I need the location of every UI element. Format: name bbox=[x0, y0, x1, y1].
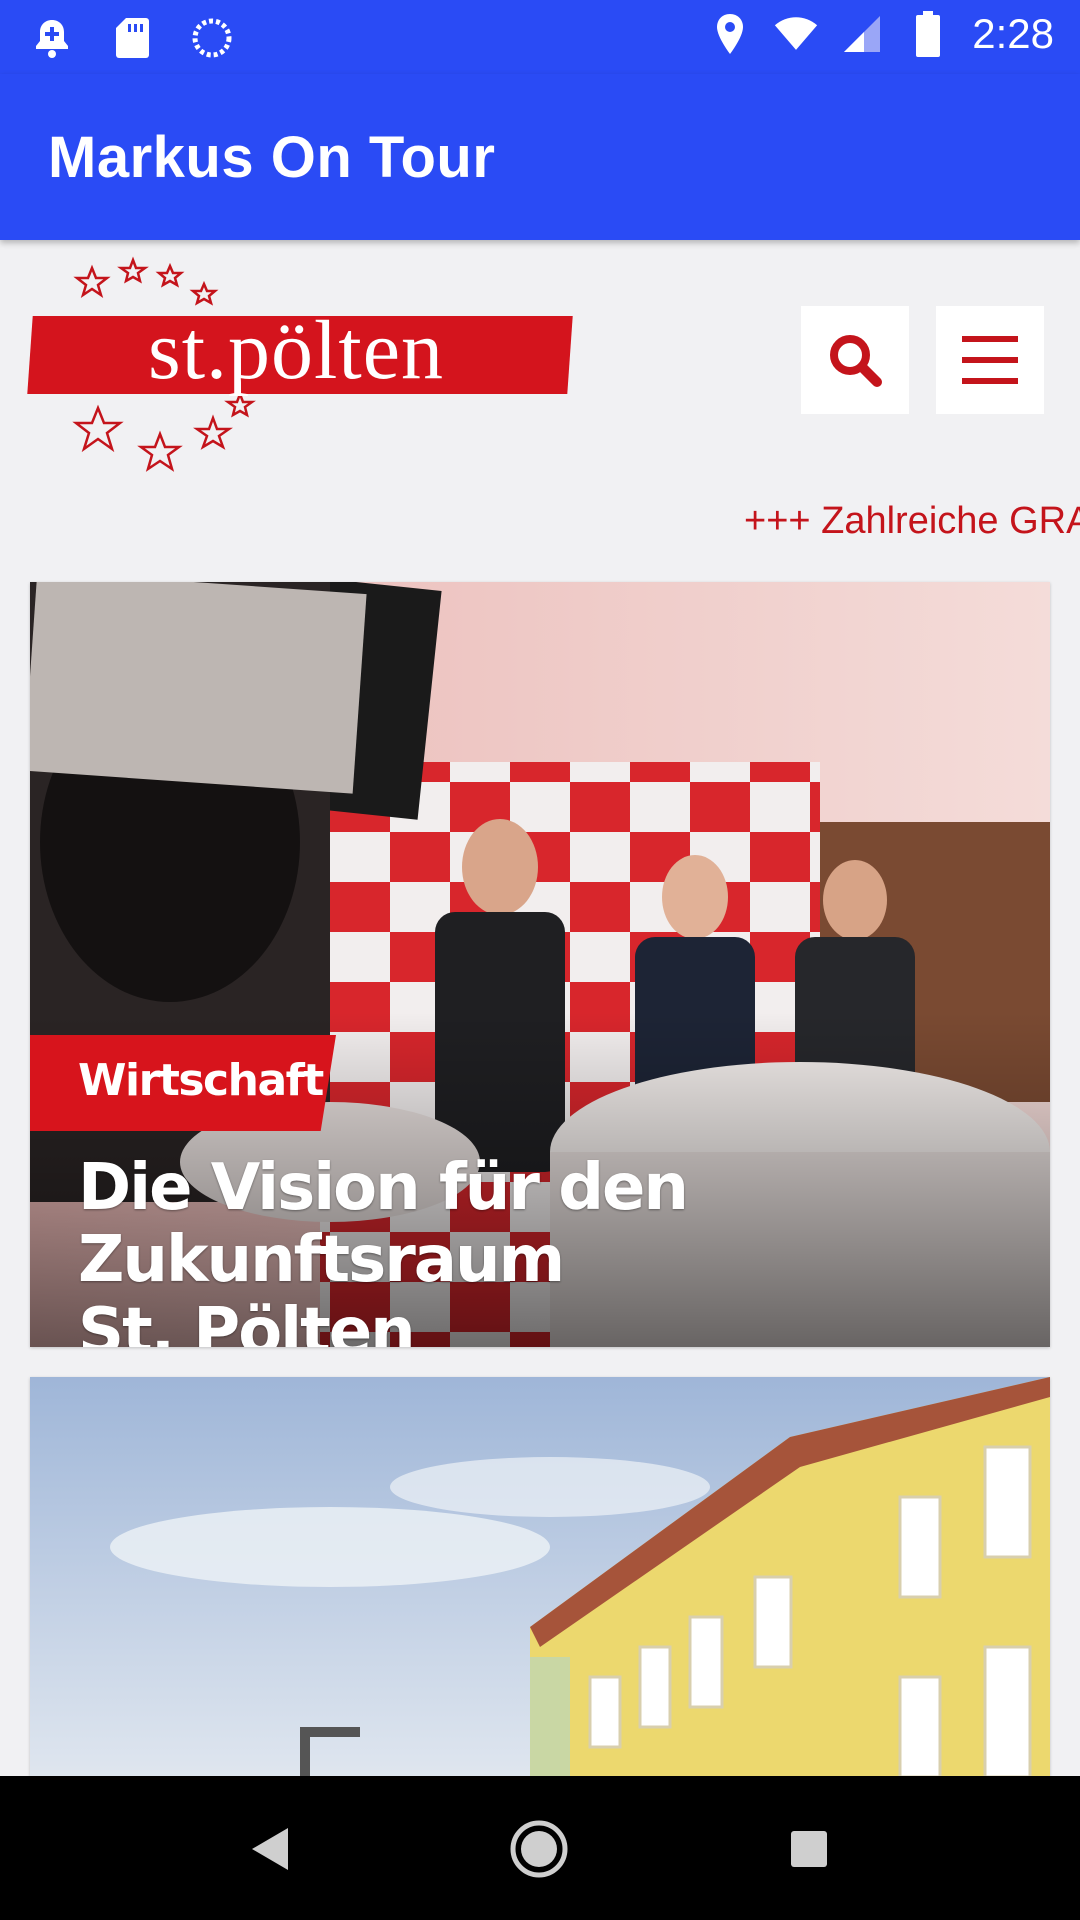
article-headline[interactable]: Die Vision für den Zukunftsraum St. Pölt… bbox=[78, 1152, 1028, 1347]
sync-progress-icon bbox=[190, 14, 234, 62]
recent-apps-icon bbox=[791, 1831, 827, 1867]
status-time: 2:28 bbox=[972, 10, 1054, 57]
logo-text: st.pölten bbox=[148, 304, 444, 397]
category-label: Wirtschaft bbox=[78, 1055, 324, 1106]
home-icon bbox=[510, 1820, 568, 1878]
article-card[interactable]: Wirtschaft Die Vision für den Zukunftsra… bbox=[30, 582, 1050, 1347]
battery-icon bbox=[906, 10, 950, 58]
article-photo bbox=[30, 1377, 1050, 1777]
site-logo[interactable]: st.pölten bbox=[27, 256, 576, 492]
home-button[interactable] bbox=[504, 1814, 574, 1884]
app-title: Markus On Tour bbox=[48, 125, 496, 190]
cellular-signal-icon bbox=[840, 10, 884, 58]
category-tag[interactable]: Wirtschaft bbox=[30, 1035, 336, 1131]
back-icon bbox=[252, 1828, 288, 1870]
system-nav-bar bbox=[0, 1776, 1080, 1920]
search-button[interactable] bbox=[801, 306, 909, 414]
wifi-icon bbox=[774, 10, 818, 58]
headline-line-1: Die Vision für den Zukunftsraum bbox=[78, 1151, 689, 1297]
app-bar: Markus On Tour bbox=[0, 74, 1080, 240]
article-card[interactable] bbox=[30, 1377, 1050, 1777]
news-ticker[interactable]: +++ Zahlreiche GRA bbox=[744, 500, 1080, 550]
search-icon bbox=[830, 335, 882, 387]
recent-apps-button[interactable] bbox=[774, 1814, 844, 1884]
headline-line-2: St. Pölten bbox=[78, 1295, 416, 1347]
menu-button[interactable] bbox=[936, 306, 1044, 414]
location-icon bbox=[708, 10, 752, 58]
hamburger-menu-icon bbox=[962, 336, 1018, 384]
notification-add-icon bbox=[30, 14, 74, 62]
sd-card-icon bbox=[110, 14, 154, 62]
status-bar: 2:28 bbox=[0, 0, 1080, 74]
back-button[interactable] bbox=[236, 1814, 306, 1884]
